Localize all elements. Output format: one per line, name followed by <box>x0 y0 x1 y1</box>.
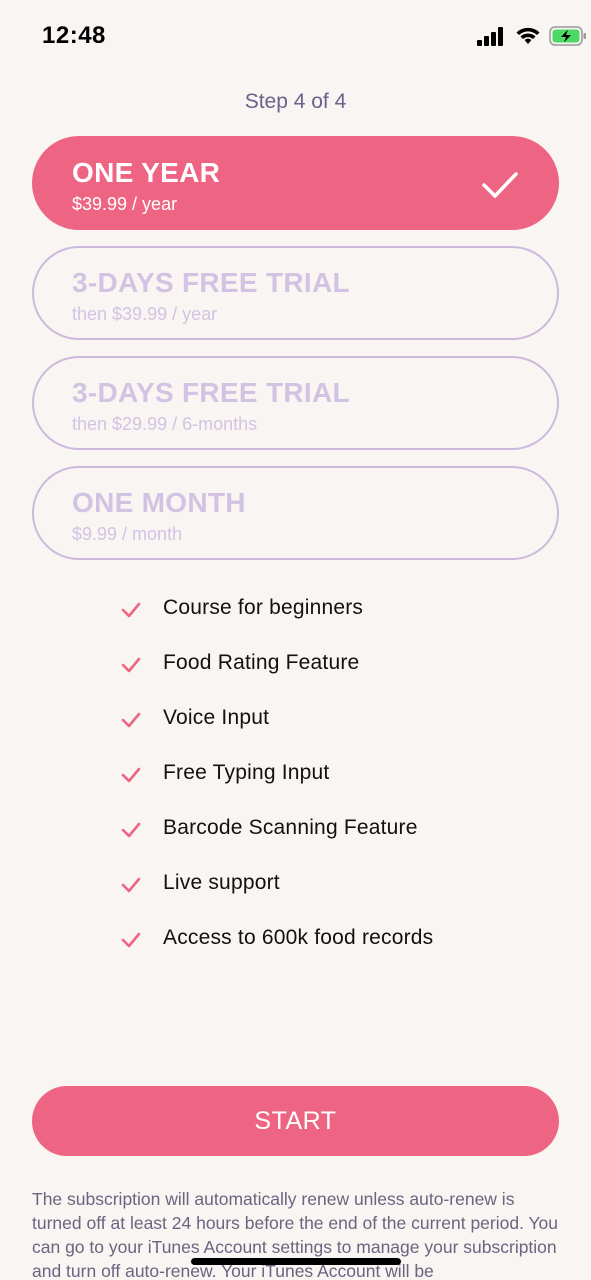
plan-option-trial-year[interactable]: 3-DAYS FREE TRIAL then $39.99 / year <box>32 246 559 340</box>
cellular-signal-icon <box>477 26 505 46</box>
check-icon <box>121 602 141 618</box>
check-icon <box>121 712 141 728</box>
feature-label: Live support <box>163 871 280 894</box>
feature-item: Barcode Scanning Feature <box>0 810 591 850</box>
plan-title: 3-DAYS FREE TRIAL <box>72 377 350 408</box>
feature-label: Course for beginners <box>163 596 364 619</box>
check-icon <box>121 822 141 838</box>
feature-item: Food Rating Feature <box>0 645 591 685</box>
plan-option-one-year[interactable]: ONE YEAR $39.99 / year <box>32 136 559 230</box>
status-bar: 12:48 <box>0 0 591 72</box>
feature-item: Course for beginners <box>0 590 591 630</box>
plan-title: ONE MONTH <box>72 487 246 518</box>
check-icon <box>121 767 141 783</box>
feature-label: Barcode Scanning Feature <box>163 816 418 839</box>
feature-label: Free Typing Input <box>163 761 330 784</box>
status-time: 12:48 <box>42 22 106 49</box>
home-indicator[interactable] <box>191 1258 401 1265</box>
plan-price: $39.99 / year <box>72 194 178 214</box>
step-indicator: Step 4 of 4 <box>244 90 347 113</box>
battery-charging-icon <box>549 26 586 46</box>
check-icon <box>121 932 141 948</box>
plan-price: then $29.99 / 6-months <box>72 414 258 434</box>
checkmark-icon <box>482 172 518 198</box>
plan-price: $9.99 / month <box>72 524 183 544</box>
plan-option-trial-6-months[interactable]: 3-DAYS FREE TRIAL then $29.99 / 6-months <box>32 356 559 450</box>
feature-item: Voice Input <box>0 700 591 740</box>
feature-item: Access to 600k food records <box>0 920 591 960</box>
plan-title: ONE YEAR <box>72 157 221 188</box>
feature-label: Food Rating Feature <box>163 651 360 674</box>
feature-label: Access to 600k food records <box>163 926 434 949</box>
feature-item: Free Typing Input <box>0 755 591 795</box>
plan-option-one-month[interactable]: ONE MONTH $9.99 / month <box>32 466 559 560</box>
check-icon <box>121 877 141 893</box>
start-button[interactable]: START <box>32 1086 559 1156</box>
check-icon <box>121 657 141 673</box>
subscription-disclaimer: The subscription will automatically rene… <box>32 1189 559 1280</box>
plan-price: then $39.99 / year <box>72 304 218 324</box>
feature-item: Live support <box>0 865 591 905</box>
feature-label: Voice Input <box>163 706 270 729</box>
wifi-icon <box>516 27 540 44</box>
plan-title: 3-DAYS FREE TRIAL <box>72 267 350 298</box>
